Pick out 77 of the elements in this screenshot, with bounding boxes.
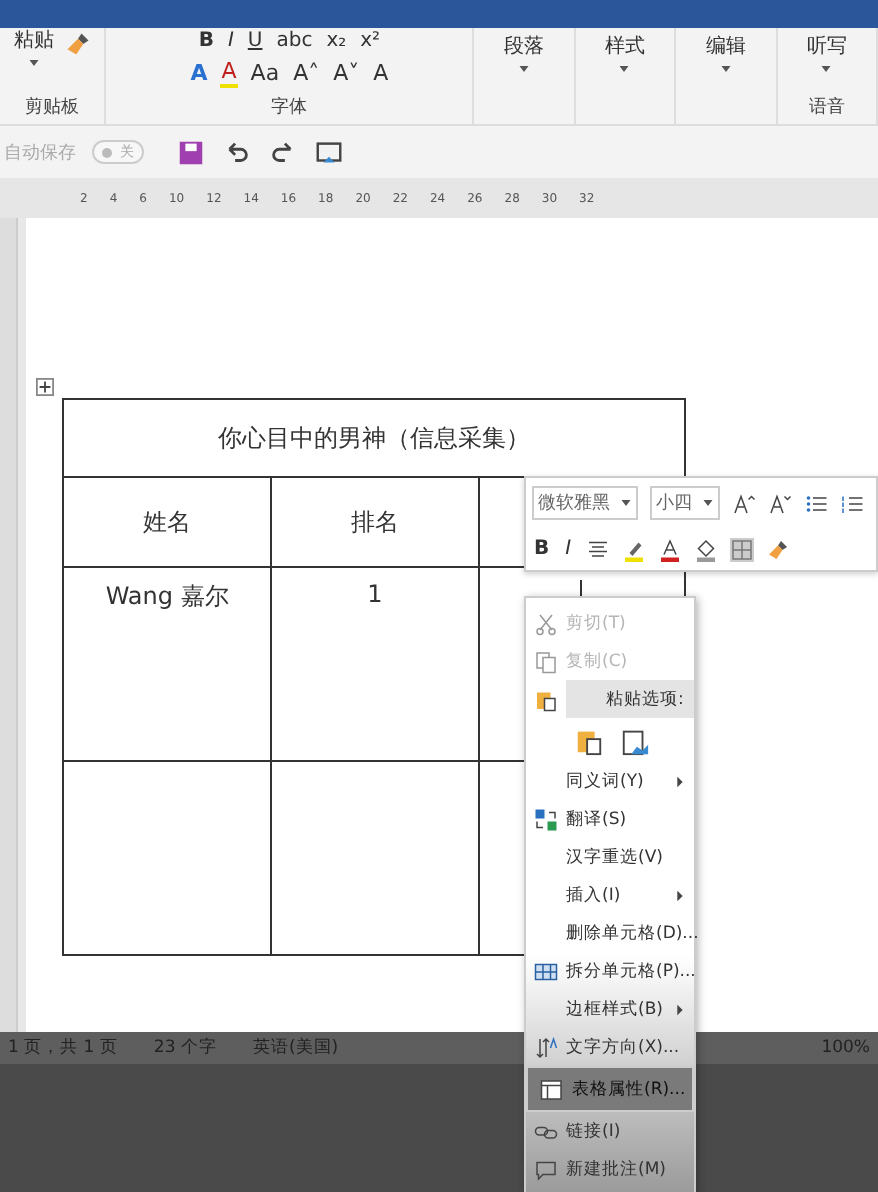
caret-icon	[619, 498, 632, 509]
format-button[interactable]: abc	[274, 30, 315, 54]
autosave-label: 自动保存	[4, 141, 76, 165]
group-label: 字体	[271, 95, 308, 120]
format-button[interactable]: x²	[358, 30, 383, 54]
comment-icon	[534, 1157, 558, 1181]
size-dropdown[interactable]: 小四	[649, 486, 720, 521]
caret-icon	[618, 64, 631, 74]
bullet-list-icon[interactable]	[803, 491, 828, 516]
caret-icon	[28, 58, 41, 68]
table-header: 排名	[271, 477, 479, 567]
shrink-font-icon[interactable]	[767, 491, 792, 516]
screen-icon[interactable]	[314, 137, 344, 167]
brush-icon[interactable]	[64, 30, 93, 58]
format-button[interactable]: A	[219, 60, 239, 88]
table-cell: 1	[271, 567, 479, 761]
language-status: 英语(美国)	[252, 1036, 339, 1060]
caret-icon	[719, 64, 732, 74]
submenu-arrow-icon	[676, 1003, 684, 1015]
format-button[interactable]: A˄	[291, 62, 322, 86]
clipboard-icon	[534, 687, 558, 711]
font-dropdown[interactable]: 微软雅黑	[532, 486, 638, 521]
table-properties-icon	[540, 1077, 564, 1101]
group-label: 语音	[808, 95, 845, 120]
format-button[interactable]: A	[188, 62, 210, 86]
center-align-icon[interactable]	[585, 537, 610, 562]
save-icon[interactable]	[176, 137, 206, 167]
format-painter-icon[interactable]	[765, 537, 790, 562]
zoom-level: 100%	[821, 1038, 870, 1058]
format-button[interactable]: x₂	[324, 30, 349, 54]
page-count: 1 页，共 1 页	[8, 1036, 118, 1060]
move-handle-icon[interactable]	[36, 378, 54, 396]
word-count: 23 个字	[153, 1036, 217, 1060]
scissors-icon	[534, 611, 558, 635]
menu-item[interactable]: 同义词(Y)	[526, 762, 694, 800]
menu-item[interactable]: 删除单元格(D)...	[526, 914, 694, 952]
menu-item[interactable]: 新建批注(M)	[526, 1150, 694, 1188]
submenu-arrow-icon	[676, 889, 684, 901]
submenu-arrow-icon	[676, 775, 684, 787]
menu-item[interactable]: 链接(I)	[526, 1112, 694, 1150]
format-button[interactable]: I	[563, 537, 574, 562]
menu-item[interactable]: 插入(I)	[526, 876, 694, 914]
format-button[interactable]: Aa	[248, 62, 282, 86]
caret-icon	[701, 498, 714, 509]
menu-item[interactable]: 边框样式(B)	[526, 990, 694, 1028]
borders-icon[interactable]	[729, 537, 754, 562]
font-color-icon[interactable]	[657, 537, 682, 562]
menu-item[interactable]: 表格属性(R)...	[526, 1066, 694, 1112]
grow-font-icon[interactable]	[731, 491, 756, 516]
table-icon	[534, 959, 558, 983]
paste-button[interactable]: 粘贴	[12, 30, 57, 68]
numbered-list-icon[interactable]	[839, 491, 864, 516]
caret-icon	[820, 64, 833, 74]
text-direction-icon	[534, 1035, 558, 1059]
menu-item[interactable]: 翻译(S)	[526, 800, 694, 838]
format-button[interactable]: A˅	[331, 62, 362, 86]
format-button[interactable]: B	[532, 537, 552, 562]
ribbon-button[interactable]: 样式	[602, 36, 647, 74]
menu-item[interactable]: 汉字重选(V)	[526, 838, 694, 876]
translate-icon	[534, 807, 558, 831]
highlighter-icon[interactable]	[621, 537, 646, 562]
menu-item[interactable]: 拆分单元格(P)...	[526, 952, 694, 990]
format-button[interactable]: U	[245, 30, 265, 54]
table-cell: Wang 嘉尔	[63, 567, 272, 761]
paste-picture-icon[interactable]	[620, 725, 650, 755]
caret-icon	[517, 64, 530, 74]
ribbon-button[interactable]: 编辑	[703, 36, 748, 74]
menu-item[interactable]: 文字方向(X)...	[526, 1028, 694, 1066]
format-button[interactable]: B	[196, 30, 216, 54]
format-button[interactable]: A	[371, 62, 391, 86]
copy-icon	[534, 649, 558, 673]
shading-icon[interactable]	[693, 537, 718, 562]
ribbon-button[interactable]: 听写	[804, 36, 849, 74]
table-header: 姓名	[63, 477, 272, 567]
group-label: 剪贴板	[25, 95, 80, 120]
ribbon-button[interactable]: 段落	[501, 36, 546, 74]
format-button[interactable]: I	[225, 30, 236, 54]
